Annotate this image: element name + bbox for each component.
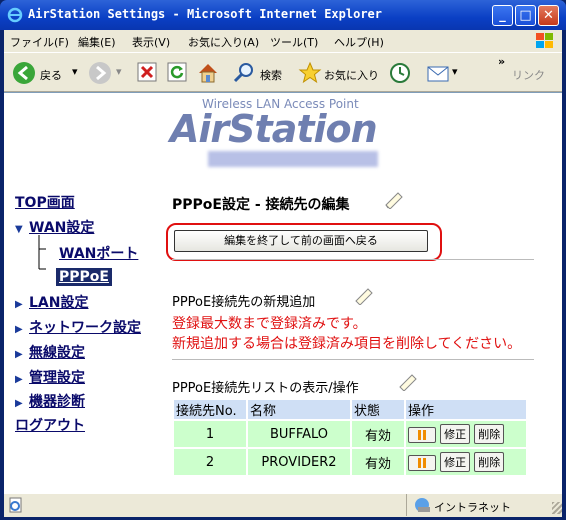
forward-icon[interactable]	[88, 61, 112, 85]
help-pencil-icon[interactable]	[384, 191, 404, 209]
divider	[172, 259, 534, 260]
pppoe-list-table: 接続先No. 名称 状態 操作 1 BUFFALO 有効 修正 削除 2 PRO…	[172, 398, 528, 477]
stop-icon[interactable]	[136, 61, 158, 83]
help-pencil-icon[interactable]	[354, 287, 374, 305]
page-status-icon	[9, 497, 22, 513]
help-pencil-icon[interactable]	[398, 373, 418, 391]
nav-wireless-label: 無線設定	[29, 345, 85, 361]
nav-wireless[interactable]: ▶ 無線設定	[15, 342, 85, 362]
menu-edit[interactable]: 編集(E)	[78, 34, 116, 50]
ie-icon	[7, 7, 23, 23]
search-icon[interactable]	[232, 61, 256, 85]
favorites-star-icon[interactable]	[298, 61, 322, 85]
window-title: AirStation Settings - Microsoft Internet…	[28, 7, 383, 21]
menu-bar: ファイル(F) 編集(E) 表示(V) お気に入り(A) ツール(T) ヘルプ(…	[4, 30, 562, 52]
status-bar: イントラネット	[4, 493, 562, 517]
nav-diag-label: 機器診断	[29, 394, 85, 410]
cell-status: 有効	[352, 449, 404, 475]
links-label[interactable]: リンク	[512, 67, 545, 83]
mail-dropdown-icon[interactable]: ▾	[452, 65, 458, 78]
browser-window: AirStation Settings - Microsoft Internet…	[0, 0, 566, 520]
nav-lan[interactable]: ▶ LAN設定	[15, 292, 88, 312]
menu-file[interactable]: ファイル(F)	[10, 34, 69, 50]
table-row: 1 BUFFALO 有効 修正 削除	[174, 421, 526, 447]
minimize-button[interactable]: _	[492, 5, 513, 26]
title-bar: AirStation Settings - Microsoft Internet…	[0, 0, 566, 30]
nav-admin-label: 管理設定	[29, 370, 85, 386]
edit-button[interactable]: 修正	[440, 424, 471, 444]
nav-pppoe[interactable]: PPPoE	[56, 268, 112, 286]
history-icon[interactable]	[388, 61, 412, 85]
cell-status: 有効	[352, 421, 404, 447]
delete-button[interactable]: 削除	[474, 452, 505, 472]
cell-actions: 修正 削除	[406, 421, 526, 447]
triangle-right-icon: ▶	[15, 374, 23, 385]
favorites-label[interactable]: お気に入り	[324, 67, 379, 83]
edit-button[interactable]: 修正	[440, 452, 471, 472]
refresh-icon[interactable]	[166, 61, 188, 83]
toolbar: 戻る ▾ ▾ 検索 お気に入り ▾ » リンク	[4, 52, 562, 92]
resize-grip[interactable]	[552, 502, 562, 514]
close-button[interactable]: ✕	[538, 5, 559, 26]
zone-label: イントラネット	[434, 501, 511, 514]
nav-network-label: ネットワーク設定	[29, 320, 141, 336]
disable-pause-button[interactable]	[408, 454, 436, 471]
cell-actions: 修正 削除	[406, 449, 526, 475]
nav-lan-label: LAN設定	[29, 295, 89, 311]
model-name-blurred	[208, 151, 378, 167]
nav-wan[interactable]: ▼ WAN設定	[15, 217, 94, 237]
cell-name: PROVIDER2	[248, 449, 350, 475]
col-header-status: 状態	[352, 400, 404, 419]
nav-diag[interactable]: ▶ 機器診断	[15, 391, 85, 411]
back-label[interactable]: 戻る	[40, 67, 62, 83]
table-row: 2 PROVIDER2 有効 修正 削除	[174, 449, 526, 475]
back-dropdown-icon[interactable]: ▾	[72, 65, 78, 78]
status-divider	[406, 494, 407, 516]
chevron-icon[interactable]: »	[498, 55, 505, 68]
delete-button[interactable]: 削除	[474, 424, 505, 444]
triangle-right-icon: ▶	[15, 324, 23, 335]
col-header-actions: 操作	[406, 400, 526, 419]
nav-admin[interactable]: ▶ 管理設定	[15, 367, 85, 387]
col-header-name: 名称	[248, 400, 350, 419]
menu-tools[interactable]: ツール(T)	[270, 34, 318, 50]
nav-top[interactable]: TOP画面	[15, 192, 75, 212]
cell-no: 1	[174, 421, 246, 447]
col-header-no: 接続先No.	[174, 400, 246, 419]
triangle-right-icon: ▶	[15, 398, 23, 409]
back-icon[interactable]	[12, 61, 36, 85]
nav-network[interactable]: ▶ ネットワーク設定	[15, 317, 141, 337]
nav-logout[interactable]: ログアウト	[15, 415, 85, 435]
menu-view[interactable]: 表示(V)	[132, 34, 170, 50]
list-heading: PPPoE接続先リストの表示/操作	[172, 381, 359, 396]
divider	[172, 359, 534, 360]
home-icon[interactable]	[196, 61, 220, 85]
search-label[interactable]: 検索	[260, 67, 282, 83]
triangle-right-icon: ▶	[15, 349, 23, 360]
warning-line-1: 登録最大数まで登録済みです。	[172, 316, 367, 332]
tree-connector	[38, 235, 46, 270]
maximize-button[interactable]: □	[515, 5, 536, 26]
disable-pause-button[interactable]	[408, 426, 436, 443]
mail-icon[interactable]	[426, 61, 452, 85]
triangle-right-icon: ▶	[15, 299, 23, 310]
triangle-down-icon: ▼	[15, 224, 23, 235]
cell-no: 2	[174, 449, 246, 475]
page-title: PPPoE設定 - 接続先の編集	[172, 197, 350, 213]
nav-wan-port[interactable]: WANポート	[59, 243, 138, 263]
nav-wan-label: WAN設定	[29, 220, 95, 236]
intranet-zone-icon	[415, 498, 430, 512]
new-entry-heading: PPPoE接続先の新規追加	[172, 295, 316, 310]
table-header-row: 接続先No. 名称 状態 操作	[174, 400, 526, 419]
back-to-previous-button[interactable]: 編集を終了して前の画面へ戻る	[174, 230, 428, 252]
menu-favorites[interactable]: お気に入り(A)	[188, 34, 259, 50]
airstation-logo: AirStation	[170, 107, 378, 151]
cell-name: BUFFALO	[248, 421, 350, 447]
windows-logo-icon	[536, 33, 553, 48]
warning-line-2: 新規追加する場合は登録済み項目を削除してください。	[172, 336, 522, 352]
menu-help[interactable]: ヘルプ(H)	[334, 34, 384, 50]
page-content: Wireless LAN Access Point AirStation TOP…	[4, 92, 562, 493]
forward-dropdown-icon[interactable]: ▾	[116, 65, 122, 78]
